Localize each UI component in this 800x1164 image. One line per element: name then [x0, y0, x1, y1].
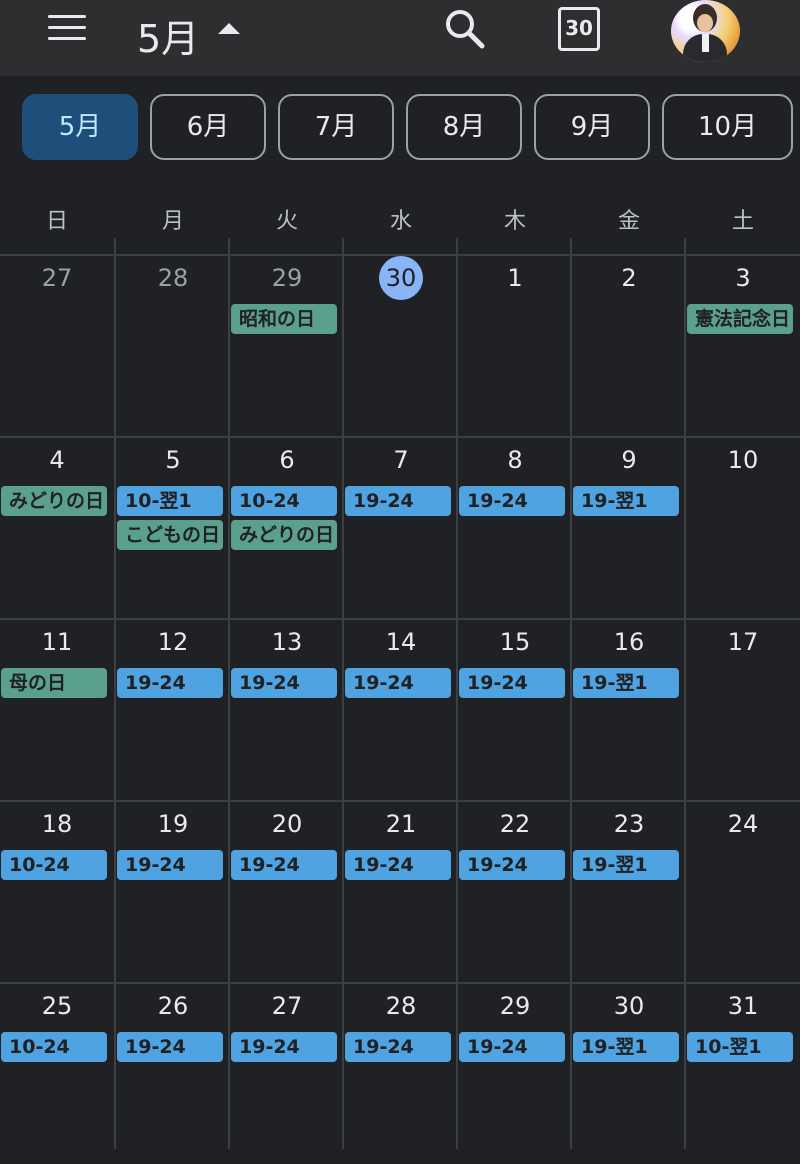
menu-icon[interactable] [48, 15, 88, 41]
shift-event[interactable]: 19-翌1 [573, 668, 679, 698]
day-number[interactable]: 25 [0, 992, 114, 1020]
month-tab-9[interactable]: 9月 [534, 94, 650, 160]
weekday-label: 火 [275, 209, 298, 234]
holiday-event[interactable]: こどもの日 [117, 520, 223, 550]
shift-event[interactable]: 19-24 [231, 1032, 337, 1062]
day-number[interactable]: 29 [230, 264, 344, 292]
holiday-event[interactable]: 母の日 [1, 668, 107, 698]
holiday-event[interactable]: みどりの日 [1, 486, 107, 516]
day-number[interactable]: 24 [686, 810, 800, 838]
shift-event[interactable]: 19-24 [117, 1032, 223, 1062]
shift-event[interactable]: 19-24 [345, 668, 451, 698]
shift-event[interactable]: 19-24 [117, 668, 223, 698]
weekday-label: 木 [503, 209, 526, 234]
holiday-event[interactable]: 憲法記念日 [687, 304, 793, 334]
today-icon-number: 30 [565, 16, 593, 40]
day-number[interactable]: 20 [230, 810, 344, 838]
shift-event[interactable]: 19-24 [117, 850, 223, 880]
shift-event[interactable]: 19-24 [459, 486, 565, 516]
day-number[interactable]: 28 [344, 992, 458, 1020]
day-number[interactable]: 15 [458, 628, 572, 656]
weekday-label: 月 [161, 209, 184, 234]
day-number[interactable]: 6 [230, 446, 344, 474]
shift-event[interactable]: 10-翌1 [687, 1032, 793, 1062]
day-number[interactable]: 14 [344, 628, 458, 656]
day-number[interactable]: 26 [116, 992, 230, 1020]
shift-event[interactable]: 19-24 [231, 850, 337, 880]
day-number[interactable]: 19 [116, 810, 230, 838]
weekday-label: 金 [617, 209, 640, 234]
weekday-label: 水 [389, 209, 412, 234]
day-number[interactable]: 27 [230, 992, 344, 1020]
day-number[interactable]: 31 [686, 992, 800, 1020]
top-app-bar: 5月 30 [0, 0, 800, 76]
day-number[interactable]: 29 [458, 992, 572, 1020]
today-date[interactable]: 30 [379, 256, 423, 300]
shift-event[interactable]: 19-翌1 [573, 1032, 679, 1062]
day-number[interactable]: 27 [0, 264, 114, 292]
day-number[interactable]: 1 [458, 264, 572, 292]
day-number[interactable]: 21 [344, 810, 458, 838]
day-number[interactable]: 7 [344, 446, 458, 474]
weekday-label: 日 [45, 209, 68, 234]
day-number[interactable]: 8 [458, 446, 572, 474]
calendar-today-icon[interactable]: 30 [558, 7, 602, 51]
shift-event[interactable]: 10-24 [231, 486, 337, 516]
day-number[interactable]: 17 [686, 628, 800, 656]
day-number[interactable]: 11 [0, 628, 114, 656]
shift-event[interactable]: 19-24 [459, 668, 565, 698]
month-tab-5[interactable]: 5月 [22, 94, 138, 160]
shift-event[interactable]: 19-24 [459, 850, 565, 880]
day-number[interactable]: 13 [230, 628, 344, 656]
month-tab-7[interactable]: 7月 [278, 94, 394, 160]
day-number[interactable]: 10 [686, 446, 800, 474]
shift-event[interactable]: 19-24 [345, 850, 451, 880]
day-number[interactable]: 9 [572, 446, 686, 474]
search-icon[interactable] [444, 8, 486, 50]
holiday-event[interactable]: みどりの日 [231, 520, 337, 550]
day-number[interactable]: 22 [458, 810, 572, 838]
day-number[interactable]: 28 [116, 264, 230, 292]
month-tab-6[interactable]: 6月 [150, 94, 266, 160]
day-number[interactable]: 2 [572, 264, 686, 292]
day-number[interactable]: 23 [572, 810, 686, 838]
holiday-event[interactable]: 昭和の日 [231, 304, 337, 334]
shift-event[interactable]: 19-24 [459, 1032, 565, 1062]
avatar[interactable] [671, 0, 740, 62]
day-number[interactable]: 4 [0, 446, 114, 474]
chevron-up-icon[interactable] [218, 23, 240, 34]
month-title[interactable]: 5月 [137, 8, 199, 63]
day-number[interactable]: 18 [0, 810, 114, 838]
month-tab-8[interactable]: 8月 [406, 94, 522, 160]
shift-event[interactable]: 19-翌1 [573, 850, 679, 880]
shift-event[interactable]: 10-24 [1, 850, 107, 880]
shift-event[interactable]: 19-24 [231, 668, 337, 698]
day-number[interactable]: 12 [116, 628, 230, 656]
day-number[interactable]: 30 [572, 992, 686, 1020]
day-number[interactable]: 16 [572, 628, 686, 656]
day-number[interactable]: 3 [686, 264, 800, 292]
month-tab-10[interactable]: 10月 [662, 94, 793, 160]
weekday-label: 土 [731, 209, 754, 234]
shift-event[interactable]: 19-翌1 [573, 486, 679, 516]
shift-event[interactable]: 19-24 [345, 486, 451, 516]
shift-event[interactable]: 19-24 [345, 1032, 451, 1062]
day-number[interactable]: 5 [116, 446, 230, 474]
shift-event[interactable]: 10-翌1 [117, 486, 223, 516]
shift-event[interactable]: 10-24 [1, 1032, 107, 1062]
